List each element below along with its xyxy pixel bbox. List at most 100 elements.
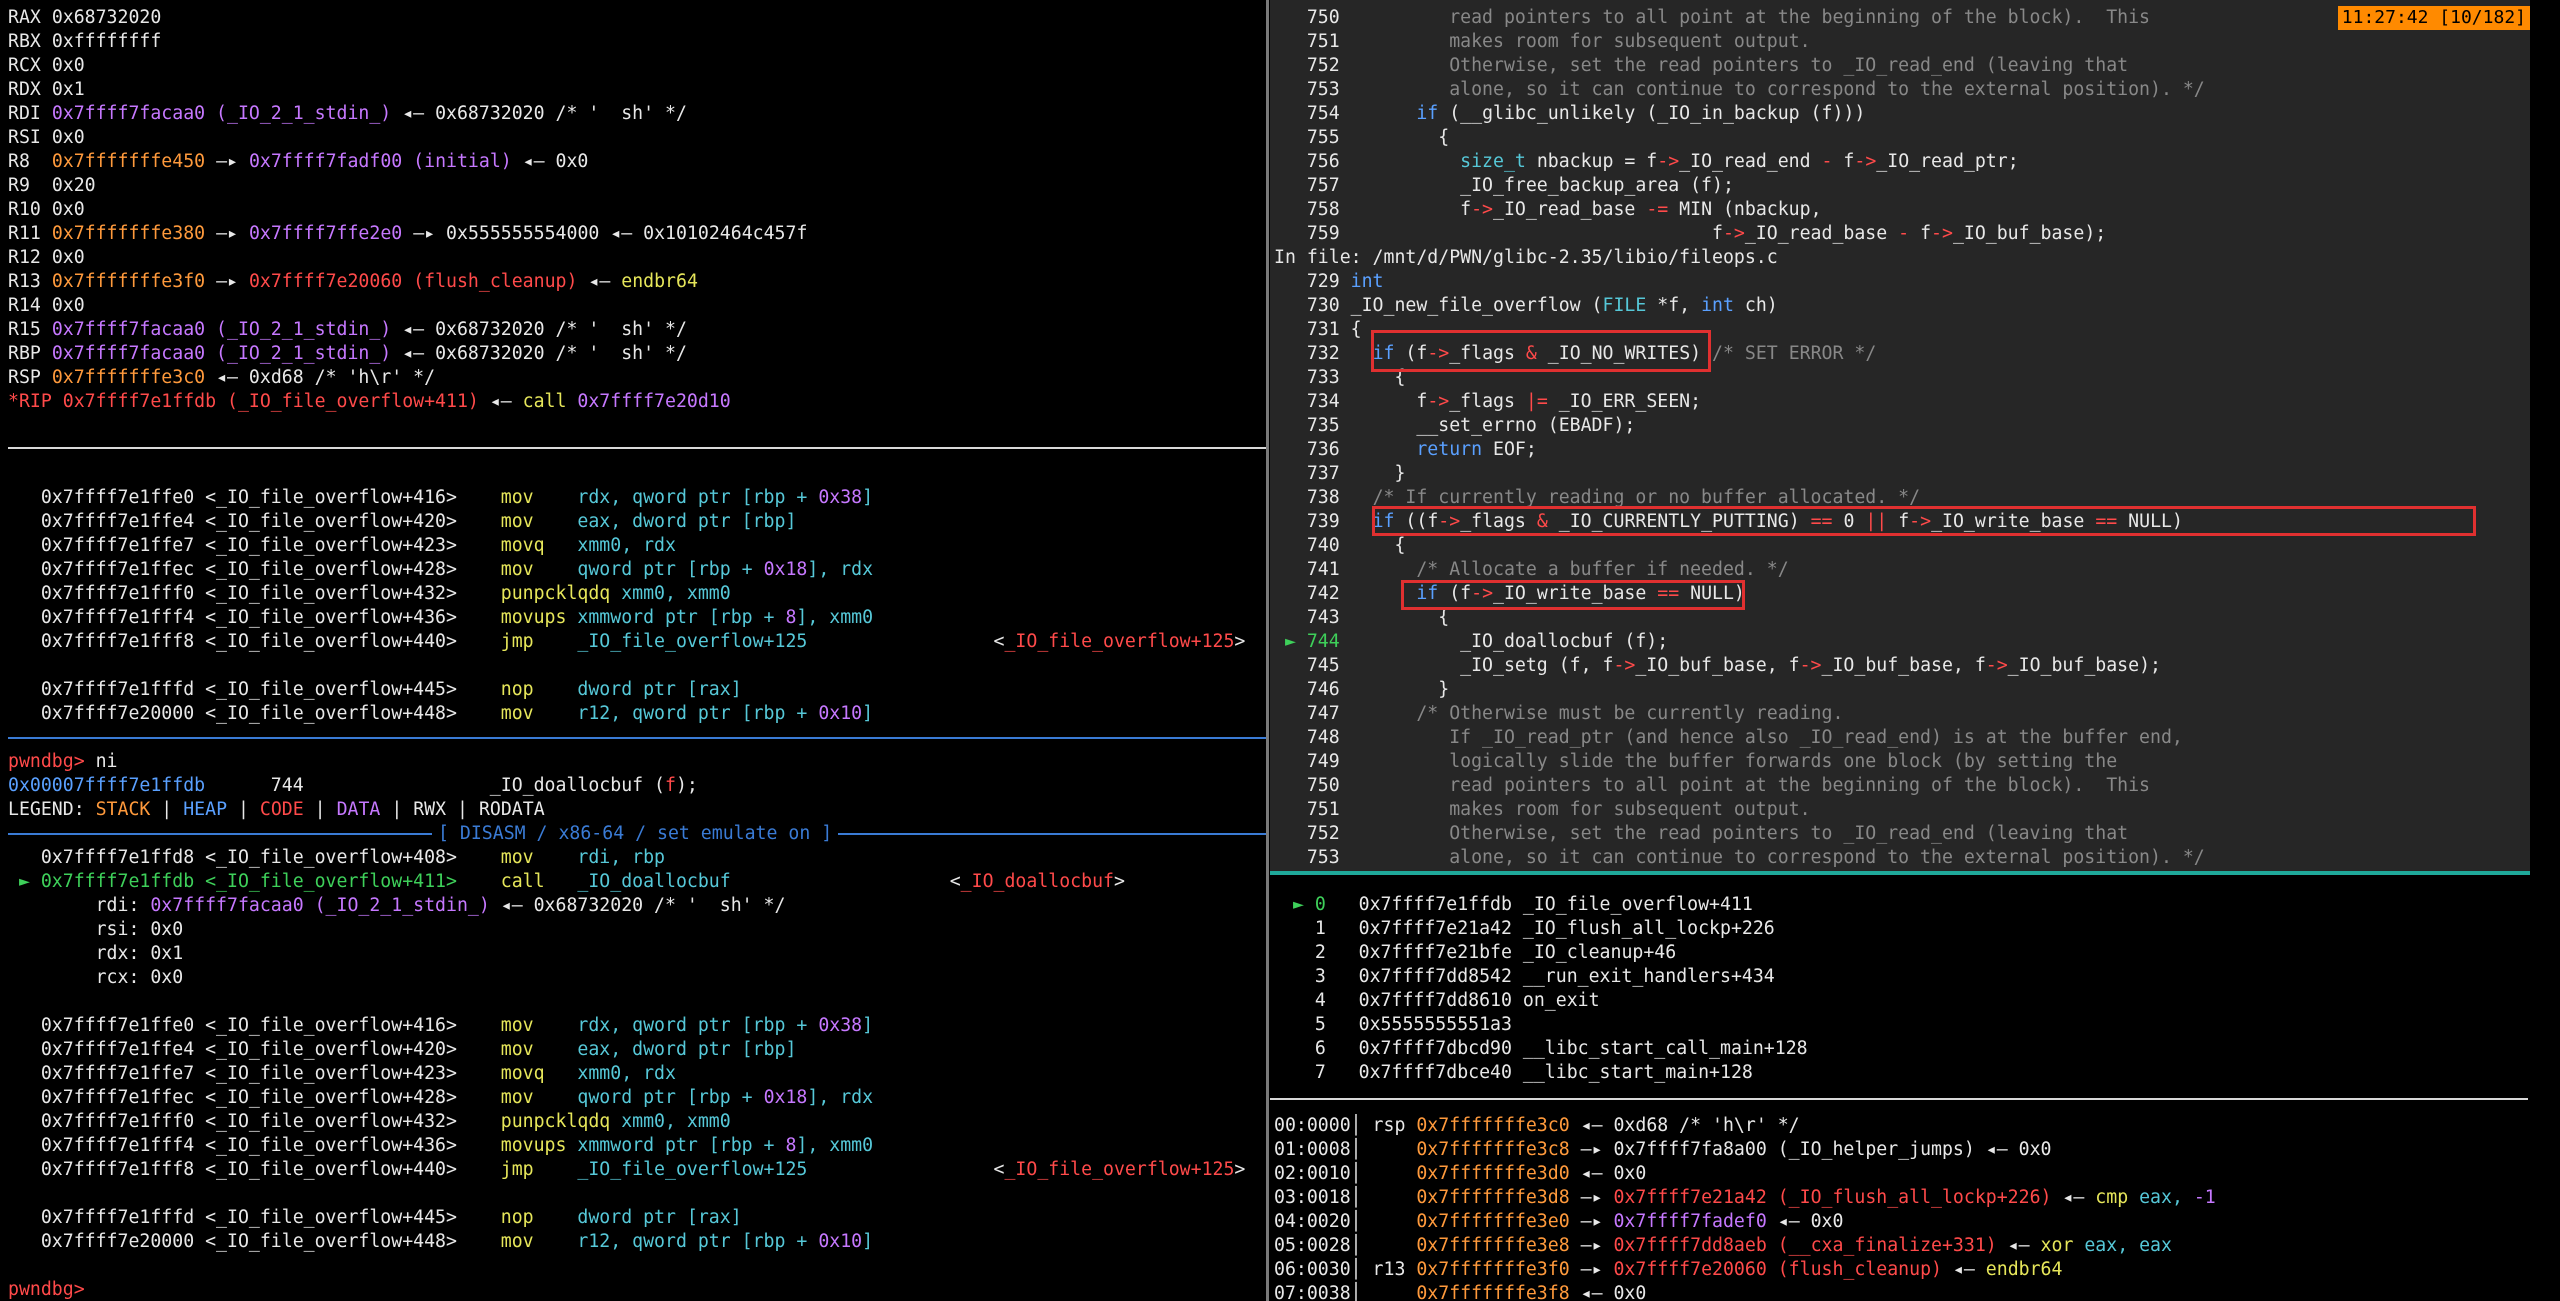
disasm-line: 0x7ffff7e1ffe0 <_IO_file_overflow+416> m… [8,486,1258,510]
source-line-text: 755 { [1274,127,1450,148]
source-line-text: -= [1646,199,1669,220]
source-line: 745 _IO_setg (f, f->_IO_buf_base, f->_IO… [1274,654,2524,678]
register-row-text: ◂— [478,391,523,412]
register-row: R14 0x0 [8,294,1258,318]
stack-entry: 02:0010│ 0x7fffffffe3d0 ◂— 0x0 [1274,1162,2524,1186]
backtrace-list: ► 0 0x7ffff7e1ffdb _IO_file_overflow+411… [1282,893,2522,1085]
disasm-line-text: nop [500,1207,578,1228]
stack-entry-text: 0x7ffff7e20060 (flush_cleanup) [1613,1259,1942,1280]
register-row: R8 0x7fffffffe450 —▸ 0x7ffff7fadf00 (ini… [8,150,1258,174]
source-line: 729 int [1274,270,2524,294]
source-line-text: 752 [1274,823,1450,844]
source-line-text: -> [1854,151,1877,172]
backtrace-pane[interactable]: ► 0 0x7ffff7e1ffdb _IO_file_overflow+411… [1270,893,2530,1094]
disasm-line-text: 8 [785,607,797,628]
register-row-text: 0x0 [51,127,85,148]
stack-entry-text: 00:0000 [1274,1115,1351,1136]
command-line-text: | [227,799,260,820]
disasm-line-text: _IO_doallocbuf [960,871,1114,892]
stack-entry-text: 01:0008 [1274,1139,1351,1160]
disasm-line-text: eax, dword ptr [rbp] [577,1039,797,1060]
disasm-line-text: 0x7ffff7facaa0 (_IO_2_1_stdin_) [150,895,490,916]
register-row: R9 0x20 [8,174,1258,198]
source-line-text: _IO_write_base [1931,511,2096,532]
disasm-line-text: mov [500,847,578,868]
register-row-text: call [522,391,578,412]
disasm-line-text: _IO_file_overflow+125 [1004,1159,1235,1180]
source-line-text: _IO_CURRENTLY_PUTTING) [1547,511,1811,532]
disasm-line-text: xmm0, rdx [577,1063,676,1084]
stack-entry-text: —▸ [1569,1259,1614,1280]
source-line-text: & [1536,511,1548,532]
disasm-line-text: ► 0x7ffff7e1ffdb <_IO_file_overflow+411> [8,871,501,892]
command-line-text: 744 _IO_doallocbuf ( [205,775,666,796]
register-row-text: 0x7fffffffe450 [51,151,206,172]
source-line: 737 } [1274,462,2524,486]
source-line-text: makes room for subsequent output. [1449,799,1811,820]
disasm-line-text: 0x7ffff7e1fff8 <_IO_file_overflow+440> [8,631,501,652]
register-row-text: 0x7fffffffe3f0 [51,271,206,292]
disasm-line-text: 0x7ffff7e1fff8 <_IO_file_overflow+440> [8,1159,501,1180]
disasm-line: 0x7ffff7e1fff0 <_IO_file_overflow+432> p… [8,582,1258,606]
stack-entry-text: │ r13 [1350,1259,1417,1280]
source-line-text: NULL) [2117,511,2183,532]
disasm-line-text: jmp [500,631,578,652]
backtrace-frame: 6 0x7ffff7dbcd90 __libc_start_call_main+… [1282,1037,2522,1061]
disasm-line [8,654,1258,678]
stack-entry: 03:0018│ 0x7fffffffe3d8 —▸ 0x7ffff7e21a4… [1274,1186,2524,1210]
source-line: 730 _IO_new_file_overflow (FILE *f, int … [1274,294,2524,318]
register-row-text: —▸ 0x555555554000 ◂— 0x10102464c457f [402,223,808,244]
vertical-split[interactable] [1266,0,1269,1301]
register-row-text: RDX [8,79,52,100]
source-pane[interactable]: 11:27:42 [10/182] 750 read pointers to a… [1270,0,2530,875]
source-line-text: -> [1471,199,1494,220]
disasm-line-text: > [1113,871,1125,892]
source-line-text: 753 [1274,847,1450,868]
disasm-line-text: ] [862,1231,874,1252]
command-line: pwndbg> ni [8,750,1258,774]
backtrace-frame: 1 0x7ffff7e21a42 _IO_flush_all_lockp+226 [1282,917,2522,941]
register-row: RBX 0xffffffff [8,30,1258,54]
source-line-text: /* Otherwise must be currently reading. [1416,703,1844,724]
stack-entry-text: │ [1350,1163,1417,1184]
source-line-text: 730 _IO_new_file_overflow ( [1274,295,1603,316]
backtrace-frame-text: 3 0x7ffff7dd8542 __run_exit_handlers+434 [1282,966,1775,987]
source-line-text: _IO_buf_base, f [1635,655,1800,676]
source-line: 743 { [1274,606,2524,630]
disasm-line-text: 0x7ffff7e1fff4 <_IO_file_overflow+436> [8,1135,501,1156]
stack-entry-text: │ [1350,1187,1417,1208]
source-line-text: alone, so it can continue to correspond … [1449,847,2205,868]
source-line-text: 0 [1832,511,1866,532]
stack-pane[interactable]: 00:0000│ rsp 0x7fffffffe3c0 ◂— 0xd68 /* … [1270,1114,2530,1301]
source-line: 758 f->_IO_read_base -= MIN (nbackup, [1274,198,2524,222]
register-row-text: 0x7ffff7facaa0 (_IO_2_1_stdin_) [51,343,403,364]
stack-entry-text: 0x7ffff7dd8aeb (__cxa_finalize+331) [1613,1235,1997,1256]
registers-panel: RAX 0x68732020 RBX 0xffffffff RCX 0x0 RDX 0… [8,6,1258,414]
disasm-line-text: _IO_doallocbuf [577,871,731,892]
register-row-text: RAX [8,7,52,28]
disasm-line-text: 0x7ffff7e1fff0 <_IO_file_overflow+432> [8,583,501,604]
stack-entry-text: -1 [2193,1187,2216,1208]
register-row-text: —▸ [205,223,249,244]
backtrace-frame: 3 0x7ffff7dd8542 __run_exit_handlers+434 [1282,965,2522,989]
stack-entry: 00:0000│ rsp 0x7fffffffe3c0 ◂— 0xd68 /* … [1274,1114,2524,1138]
disasm-panel-current[interactable]: 0x7ffff7e1ffd8 <_IO_file_overflow+408> m… [8,846,1258,1301]
command-line-text: f [665,775,676,796]
stack-entry-text: │ [1350,1211,1417,1232]
command-output: pwndbg> ni 0x00007ffff7e1ffdb 744 _IO_doa… [8,750,1258,822]
source-line: 756 size_t nbackup = f->_IO_read_end - f… [1274,150,2524,174]
backtrace-frame-text: 5 0x5555555551a3 [1282,1014,1512,1035]
stack-entry-text: 06:0030 [1274,1259,1351,1280]
disasm-line-text: jmp [500,1159,578,1180]
stack-entry-text: 0x7fffffffe3e8 [1416,1235,1570,1256]
source-line-text: 742 [1274,583,1417,604]
source-line-text: FILE [1602,295,1658,316]
source-line-text: -> [1471,583,1494,604]
disasm-line [8,1182,1258,1206]
source-line: 750 read pointers to all point at the be… [1274,6,2524,30]
disasm-line-text: 0x7ffff7e1ffd8 <_IO_file_overflow+408> [8,847,501,868]
stack-entry-text: ◂— 0x0 [1766,1211,1844,1232]
left-debugger-pane[interactable]: RAX 0x68732020 RBX 0xffffffff RCX 0x0 RDX 0… [0,0,1266,1301]
source-line-text: 753 [1274,79,1450,100]
register-row-text: ◂— 0x68732020 /* ' sh' */ [402,343,687,364]
